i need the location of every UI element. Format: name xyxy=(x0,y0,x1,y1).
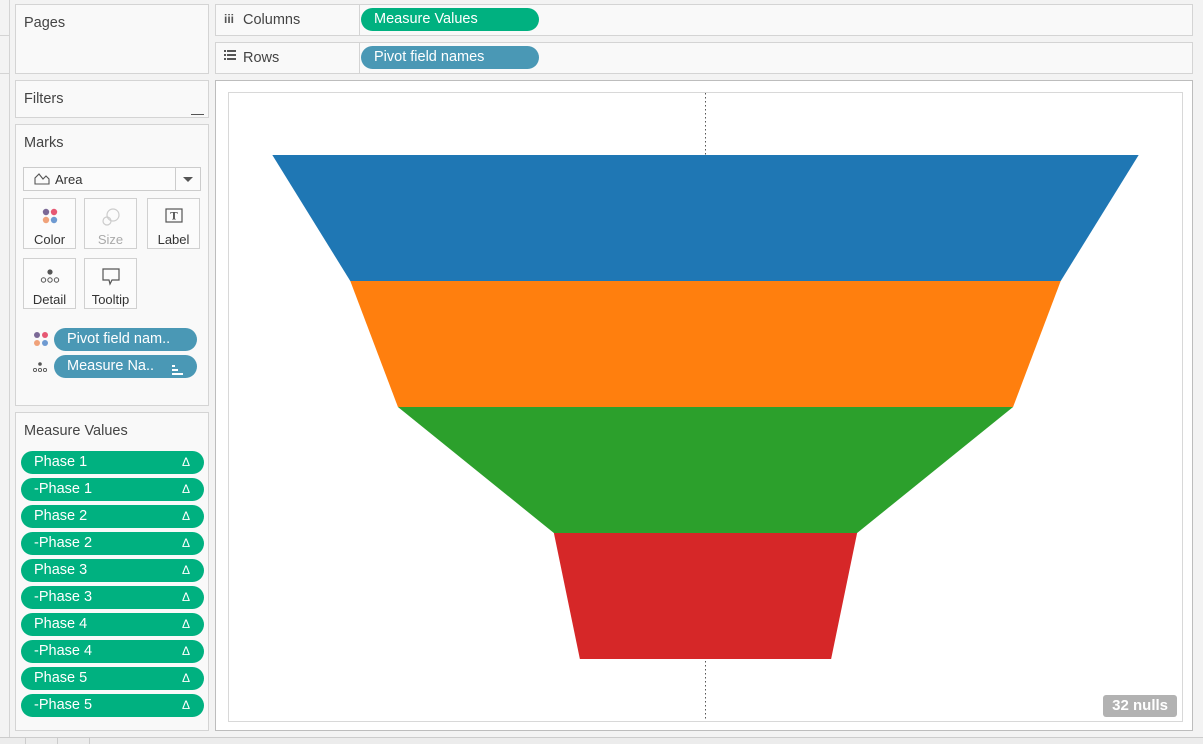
measure-value-label: -Phase 4 xyxy=(34,643,93,659)
measure-value-pill[interactable]: -Phase 3 Δ xyxy=(21,586,204,609)
columns-shelf-label: iii Columns xyxy=(216,5,360,35)
marks-field-pivot-field-names[interactable]: Pivot field nam.. xyxy=(54,328,197,351)
measure-value-pill[interactable]: Phase 4 Δ xyxy=(21,613,204,636)
delta-icon: Δ xyxy=(181,482,190,496)
tooltip-bubble-icon xyxy=(85,267,136,286)
marks-title: Marks xyxy=(24,135,64,151)
viz-view[interactable]: 32 nulls xyxy=(215,80,1193,731)
rows-shelf-label: Rows xyxy=(216,43,360,73)
filters-title: Filters xyxy=(24,91,64,107)
divider xyxy=(0,35,9,36)
pill-label: Measure Values xyxy=(374,11,478,27)
tooltip-label: Tooltip xyxy=(91,292,130,307)
divider xyxy=(25,738,26,744)
divider xyxy=(89,738,90,744)
size-label: Size xyxy=(97,232,124,247)
text-label-icon: T xyxy=(148,207,199,225)
columns-shelf[interactable]: iii Columns Measure Values xyxy=(215,4,1193,36)
delta-icon: Δ xyxy=(181,455,190,469)
delta-icon: Δ xyxy=(181,671,190,685)
measure-value-label: Phase 1 xyxy=(34,454,88,470)
minimize-icon[interactable] xyxy=(191,114,204,115)
measure-value-pill[interactable]: -Phase 2 Δ xyxy=(21,532,204,555)
measure-value-pill[interactable]: -Phase 5 Δ xyxy=(21,694,204,717)
divider xyxy=(57,738,58,744)
funnel-segment-phase-3[interactable] xyxy=(397,407,1014,533)
rows-label: Rows xyxy=(243,50,280,66)
marks-card: Marks Area Color Size T Label Detail Too… xyxy=(15,124,209,406)
size-circles-icon xyxy=(85,207,136,226)
divider xyxy=(0,73,9,74)
pill-label: Pivot field names xyxy=(374,49,485,65)
plot-area[interactable]: 32 nulls xyxy=(228,92,1183,722)
detail-label: Detail xyxy=(32,292,67,307)
measure-value-pill[interactable]: Phase 3 Δ xyxy=(21,559,204,582)
svg-text:T: T xyxy=(170,212,178,223)
delta-icon: Δ xyxy=(181,563,190,577)
marks-field-measure-names[interactable]: Measure Na.. xyxy=(54,355,197,378)
field-label: Pivot field nam.. xyxy=(67,331,171,347)
color-label: Color xyxy=(33,232,66,247)
tooltip-button[interactable]: Tooltip xyxy=(84,258,137,309)
measure-value-pill[interactable]: -Phase 4 Δ xyxy=(21,640,204,663)
measure-value-pill[interactable]: Phase 1 Δ xyxy=(21,451,204,474)
measure-value-label: -Phase 1 xyxy=(34,481,93,497)
delta-icon: Δ xyxy=(181,698,190,712)
label-button[interactable]: T Label xyxy=(147,198,200,249)
color-button[interactable]: Color xyxy=(23,198,76,249)
columns-label: Columns xyxy=(243,12,301,28)
detail-dots-icon xyxy=(24,267,75,285)
funnel-segment-phase-4[interactable] xyxy=(553,533,858,659)
pages-title: Pages xyxy=(24,15,66,31)
label-label: Label xyxy=(157,232,190,247)
measure-values-card: Measure Values Phase 1 Δ -Phase 1 Δ Phase 2 Δ… xyxy=(15,412,209,731)
measure-value-pill[interactable]: Phase 5 Δ xyxy=(21,667,204,690)
size-button[interactable]: Size xyxy=(84,198,137,249)
columns-icon: iii xyxy=(224,12,235,26)
delta-icon: Δ xyxy=(181,617,190,631)
delta-icon: Δ xyxy=(181,644,190,658)
area-chart-icon xyxy=(34,172,50,188)
chevron-down-icon[interactable] xyxy=(175,168,200,190)
rows-icon xyxy=(224,50,236,64)
rows-shelf[interactable]: Rows Pivot field names xyxy=(215,42,1193,74)
delta-icon: Δ xyxy=(181,590,190,604)
pages-shelf[interactable]: Pages xyxy=(15,4,209,74)
measure-value-label: Phase 5 xyxy=(34,670,88,686)
delta-icon: Δ xyxy=(181,536,190,550)
funnel-segment-phase-2[interactable] xyxy=(350,281,1061,407)
measure-value-label: Phase 2 xyxy=(34,508,88,524)
sort-icon xyxy=(172,361,184,384)
color-dots-icon xyxy=(24,207,75,225)
funnel-segment-phase-1[interactable] xyxy=(272,155,1139,281)
detail-dots-icon xyxy=(32,360,48,378)
detail-button[interactable]: Detail xyxy=(23,258,76,309)
measure-value-pill[interactable]: Phase 2 Δ xyxy=(21,505,204,528)
funnel-chart xyxy=(272,93,1139,721)
field-label: Measure Na.. xyxy=(67,358,155,374)
measure-values-title: Measure Values xyxy=(24,423,128,439)
color-dots-icon xyxy=(33,331,49,352)
measure-value-label: -Phase 3 xyxy=(34,589,93,605)
delta-icon: Δ xyxy=(181,509,190,523)
right-edge-strip xyxy=(1197,0,1203,737)
nulls-indicator[interactable]: 32 nulls xyxy=(1103,695,1177,717)
measure-value-label: -Phase 5 xyxy=(34,697,93,713)
measure-value-pill[interactable]: -Phase 1 Δ xyxy=(21,478,204,501)
columns-pill-measure-values[interactable]: Measure Values xyxy=(361,8,539,31)
mark-type-dropdown[interactable]: Area xyxy=(23,167,201,191)
left-edge-strip xyxy=(0,0,10,743)
filters-shelf[interactable]: Filters xyxy=(15,80,209,118)
mark-type-label: Area xyxy=(55,172,83,187)
measure-value-label: Phase 4 xyxy=(34,616,88,632)
rows-pill-pivot-field-names[interactable]: Pivot field names xyxy=(361,46,539,69)
measure-value-label: Phase 3 xyxy=(34,562,88,578)
measure-value-label: -Phase 2 xyxy=(34,535,93,551)
